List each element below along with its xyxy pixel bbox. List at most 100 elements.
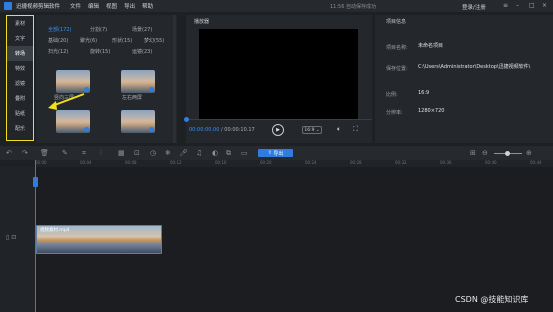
login-link[interactable]: 登录/注册: [462, 3, 486, 11]
track-lock-icon[interactable]: ▯ ⊡: [6, 234, 16, 241]
filter-scene[interactable]: 场景(27): [132, 26, 174, 33]
filter-list: 全部(172) 分割(7) 场景(27) 基础(20) 聚光(6) 形状(15)…: [48, 24, 178, 57]
edit-toolbar: ↶ ↷ 🗑︎ ✎ ⌗ ⫶ ▦ ⊡ ◷ ❄ 🎤︎ ♫ ◐ ⧉ ▭ ⇪ 导出 ⊞ ⊖…: [0, 146, 553, 160]
sidebar-item-material[interactable]: 素材: [7, 16, 33, 31]
timeline-ruler[interactable]: 00:00 00:04 00:08 00:12 00:16 00:20 00:2…: [35, 160, 553, 167]
preview-progress-bar[interactable]: [186, 119, 372, 120]
minimize-icon[interactable]: –: [516, 2, 519, 9]
ruler-tick: 00:04: [80, 160, 92, 165]
filter-rotate[interactable]: 旋转(15): [90, 48, 132, 55]
menu-help[interactable]: 帮助: [142, 2, 153, 10]
play-button[interactable]: ▶: [272, 124, 284, 136]
save-status: 11:56 自动保存成功: [330, 4, 376, 10]
transition-label: 左右两屏: [122, 95, 143, 101]
edit-icon[interactable]: ✎: [62, 149, 68, 157]
subtitle-icon[interactable]: ▭: [241, 149, 248, 157]
annotation-arrow-icon: [48, 93, 85, 110]
microphone-icon[interactable]: 🎤︎: [179, 149, 188, 157]
timecode: 00:00:00.00 / 00:00:10.17: [189, 127, 255, 133]
watermark: CSDN @技能知识库: [455, 295, 529, 304]
ruler-tick: 00:36: [440, 160, 452, 165]
maximize-icon[interactable]: □: [529, 2, 535, 9]
add-icon[interactable]: [149, 127, 154, 132]
export-label: 导出: [273, 150, 284, 157]
transition-thumb-left-right[interactable]: [121, 70, 155, 93]
menu-export[interactable]: 导出: [124, 2, 135, 10]
speed-icon[interactable]: ◷: [150, 149, 156, 157]
fullscreen-icon[interactable]: ⛶: [353, 125, 358, 134]
transition-panel: 全部(172) 分割(7) 场景(27) 基础(20) 聚光(6) 形状(15)…: [36, 15, 177, 143]
filter-basic[interactable]: 基础(20): [48, 37, 80, 44]
menu-file[interactable]: 文件: [70, 2, 81, 10]
ratio-label: 比例:: [386, 92, 398, 98]
app-title: 迅捷视频剪辑软件: [16, 4, 61, 10]
fit-screen-icon[interactable]: ⊞: [470, 149, 476, 157]
video-clip[interactable]: 视频素材.mp4: [36, 225, 162, 254]
sidebar-item-overlay[interactable]: 叠附: [7, 91, 33, 106]
current-time: 00:00:00.00: [189, 127, 220, 133]
category-sidebar: 素材 文字 转场 特效 滤镜 叠附 贴纸 配乐: [6, 15, 34, 141]
playhead-handle[interactable]: [33, 177, 38, 187]
video-preview[interactable]: [199, 29, 358, 119]
crop-icon[interactable]: ⌗: [82, 149, 86, 158]
resolution-label: 分辨率:: [386, 110, 403, 116]
zoom-in-icon[interactable]: ⊕: [526, 149, 532, 157]
transition-thumb[interactable]: [121, 110, 155, 133]
menu-icon[interactable]: ≡: [503, 2, 508, 9]
player-title: 播放器: [194, 19, 210, 25]
panel-scrollbar[interactable]: [173, 15, 176, 143]
app-logo-icon: [4, 2, 12, 10]
play-icon: ▶: [276, 127, 280, 133]
ruler-tick: 00:12: [170, 160, 182, 165]
sidebar-item-effects[interactable]: 特效: [7, 61, 33, 76]
sidebar-item-filters[interactable]: 滤镜: [7, 76, 33, 91]
player-panel: 播放器 00:00:00.00 / 00:00:10.17 ▶ 16:9 ⌄ 🔈…: [184, 15, 372, 143]
sidebar-item-text[interactable]: 文字: [7, 31, 33, 46]
sidebar-item-transition[interactable]: 转场: [7, 46, 33, 61]
filter-shape[interactable]: 形状(15): [112, 37, 144, 44]
filter-dream[interactable]: 梦幻(55): [144, 37, 176, 44]
delete-icon[interactable]: 🗑︎: [40, 149, 49, 157]
volume-icon[interactable]: 🔈︎: [337, 125, 341, 134]
freeze-icon[interactable]: ❄: [165, 149, 171, 157]
ratio-value: 16:9: [418, 90, 430, 96]
project-info-title: 项目信息: [386, 19, 407, 25]
add-icon[interactable]: [149, 87, 154, 92]
filter-camera[interactable]: 运镜(23): [132, 48, 174, 55]
filter-split[interactable]: 分割(7): [90, 26, 132, 33]
filter-sweep[interactable]: 扫光(12): [48, 48, 90, 55]
ruler-tick: 00:20: [260, 160, 272, 165]
close-icon[interactable]: ×: [542, 2, 547, 9]
split-icon[interactable]: ⫶: [100, 149, 102, 158]
mosaic-icon[interactable]: ▦: [118, 149, 125, 157]
ruler-tick: 00:24: [305, 160, 317, 165]
progress-handle[interactable]: [184, 117, 189, 122]
ruler-tick: 00:16: [215, 160, 227, 165]
redo-icon[interactable]: ↷: [22, 149, 28, 157]
ruler-tick: 00:32: [395, 160, 407, 165]
aspect-ratio-select[interactable]: 16:9 ⌄: [302, 126, 322, 134]
menu-edit[interactable]: 编辑: [88, 2, 99, 10]
sidebar-item-stickers[interactable]: 贴纸: [7, 106, 33, 121]
audio-icon[interactable]: ♫: [196, 149, 202, 157]
filter-all[interactable]: 全部(172): [48, 26, 90, 33]
zoom-slider-handle[interactable]: [505, 151, 510, 156]
sidebar-item-music[interactable]: 配乐: [7, 121, 33, 136]
zoom-out-icon[interactable]: ⊖: [482, 149, 488, 157]
add-icon[interactable]: [84, 127, 89, 132]
transition-icon[interactable]: ⧉: [226, 149, 231, 158]
menu-bar: 文件 编辑 视图 导出 帮助: [70, 2, 153, 10]
export-button[interactable]: ⇪ 导出: [258, 149, 293, 157]
color-icon[interactable]: ◐: [212, 149, 218, 157]
total-time: / 00:00:10.17: [221, 127, 255, 133]
zoom-clip-icon[interactable]: ⊡: [134, 149, 140, 157]
ruler-tick: 00:00: [35, 160, 47, 165]
undo-icon[interactable]: ↶: [6, 149, 12, 157]
ruler-tick: 00:44: [530, 160, 542, 165]
project-name-label: 项目名称:: [386, 45, 408, 51]
menu-view[interactable]: 视图: [106, 2, 117, 10]
ruler-tick: 00:28: [350, 160, 362, 165]
ruler-tick: 00:08: [125, 160, 137, 165]
filter-spotlight[interactable]: 聚光(6): [80, 37, 112, 44]
save-location-value: C:\Users\Administrator\Desktop\迅捷视频软件\: [418, 64, 531, 70]
